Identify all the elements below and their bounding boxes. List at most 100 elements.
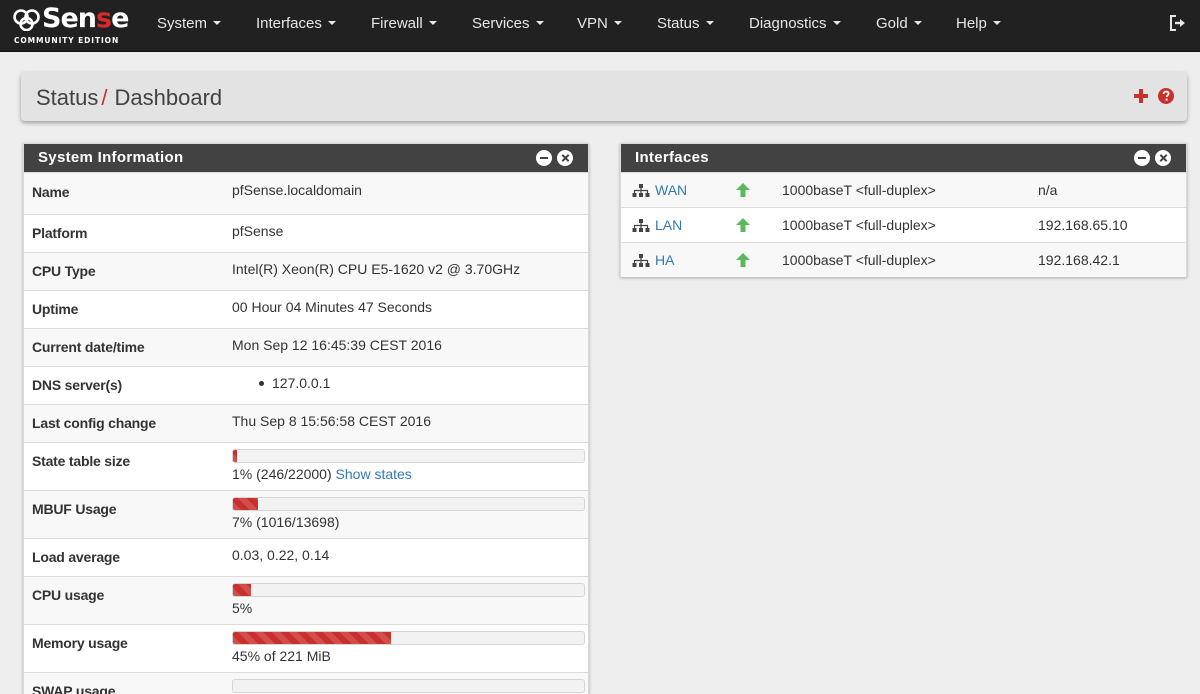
row-label: Current date/time <box>32 339 145 355</box>
close-icon[interactable] <box>557 150 573 166</box>
table-row: SWAP usage <box>24 672 588 694</box>
caret-down-icon <box>913 21 922 26</box>
row-value: Mon Sep 12 16:45:39 CEST 2016 <box>232 337 442 353</box>
panel-controls <box>536 150 573 166</box>
interface-media: 1000baseT <full-duplex> <box>782 252 936 268</box>
brand-name-prefix: Sen <box>42 3 97 34</box>
table-row: Current date/time Mon Sep 12 16:45:39 CE… <box>24 328 588 366</box>
interface-link-lan[interactable]: LAN <box>655 217 682 233</box>
progress-fill <box>233 498 258 510</box>
system-info-table: Name pfSense.localdomain Platform pfSens… <box>24 172 588 694</box>
row-label: State table size <box>32 453 130 469</box>
row-label: DNS server(s) <box>32 377 122 393</box>
row-label: Platform <box>32 225 88 241</box>
brand-edition: COMMUNITY EDITION <box>14 36 120 45</box>
plus-icon[interactable] <box>1133 87 1149 105</box>
show-states-link[interactable]: Show states <box>336 466 412 482</box>
close-icon[interactable] <box>1155 150 1171 166</box>
caret-down-icon <box>613 21 622 26</box>
table-row: Last config change Thu Sep 8 15:56:58 CE… <box>24 404 588 442</box>
cpu-usage-progress-bar <box>232 583 585 597</box>
brand-name-highlight: s <box>95 3 112 34</box>
panel-title: System Information <box>38 149 184 166</box>
table-row: CPU Type Intel(R) Xeon(R) CPU E5-1620 v2… <box>24 252 588 290</box>
row-value: 5% <box>232 600 253 616</box>
interface-ip: 192.168.42.1 <box>1038 252 1120 268</box>
interface-media: 1000baseT <full-duplex> <box>782 217 936 233</box>
nav-help[interactable]: Help <box>956 15 1001 32</box>
row-value: pfSense <box>232 223 284 239</box>
minimize-icon[interactable] <box>1134 150 1150 166</box>
caret-down-icon <box>428 21 437 26</box>
row-label: Load average <box>32 549 120 565</box>
panel-title: Interfaces <box>635 149 709 166</box>
row-value: 45% of 221 MiB <box>232 648 331 664</box>
nav-interfaces[interactable]: Interfaces <box>256 15 336 32</box>
table-row: State table size 1% (246/22000) Show sta… <box>24 442 588 490</box>
interface-link-ha[interactable]: HA <box>655 252 674 268</box>
row-value: Intel(R) Xeon(R) CPU E5-1620 v2 @ 3.70GH… <box>232 261 521 277</box>
table-row: DNS server(s) 127.0.0.1 <box>24 366 588 404</box>
table-row: WAN 1000baseT <full-duplex> n/a <box>621 172 1186 207</box>
row-label: CPU Type <box>32 263 96 279</box>
panel-controls <box>1134 150 1171 166</box>
row-value: 00 Hour 04 Minutes 47 Seconds <box>232 299 433 315</box>
nav-firewall[interactable]: Firewall <box>371 15 437 32</box>
nav-label: Diagnostics <box>749 15 827 32</box>
top-navbar: Sense COMMUNITY EDITION System Interface… <box>0 0 1200 52</box>
breadcrumb: Status / Dashboard <box>36 85 222 111</box>
table-row: Name pfSense.localdomain <box>24 172 588 214</box>
table-row: HA 1000baseT <full-duplex> 192.168.42.1 <box>621 242 1186 277</box>
caret-down-icon <box>327 21 336 26</box>
table-row: Uptime 00 Hour 04 Minutes 47 Seconds <box>24 290 588 328</box>
row-label: CPU usage <box>32 587 105 603</box>
breadcrumb-bar: Status / Dashboard <box>21 72 1187 121</box>
row-value: 1% (246/22000) Show states <box>232 466 412 482</box>
row-value: 0.03, 0.22, 0.14 <box>232 547 330 563</box>
caret-down-icon <box>535 21 544 26</box>
nav-system[interactable]: System <box>157 15 222 32</box>
nav-label: System <box>157 15 208 32</box>
pfsense-logo[interactable]: Sense COMMUNITY EDITION <box>12 3 129 46</box>
panel-header: Interfaces <box>621 144 1186 172</box>
row-value: pfSense.localdomain <box>232 182 362 198</box>
sign-out-icon[interactable] <box>1169 14 1187 32</box>
logo-circles-icon <box>13 9 40 31</box>
row-label: Memory usage <box>32 635 128 651</box>
nav-label: Help <box>956 15 987 32</box>
table-row: Platform pfSense <box>24 214 588 252</box>
breadcrumb-section[interactable]: Status <box>36 85 98 110</box>
brand-name-suffix: e <box>111 3 129 34</box>
minimize-icon[interactable] <box>536 150 552 166</box>
interface-link-wan[interactable]: WAN <box>655 182 687 198</box>
arrow-up-icon <box>736 183 750 197</box>
nav-vpn[interactable]: VPN <box>577 15 622 32</box>
bullet-icon <box>259 380 264 386</box>
row-label: Uptime <box>32 301 79 317</box>
sitemap-icon <box>632 219 650 232</box>
table-row: Memory usage 45% of 221 MiB <box>24 624 588 672</box>
nav-label: Interfaces <box>256 15 322 32</box>
interface-ip: n/a <box>1038 182 1058 198</box>
memory-usage-progress-bar <box>232 631 585 645</box>
nav-diagnostics[interactable]: Diagnostics <box>749 15 841 32</box>
row-label: SWAP usage <box>32 683 116 694</box>
progress-fill <box>233 632 391 644</box>
dns-list-item: 127.0.0.1 <box>259 375 330 391</box>
page-title: Dashboard <box>114 85 223 110</box>
nav-label: Gold <box>876 15 908 32</box>
nav-services[interactable]: Services <box>472 15 544 32</box>
system-information-panel: System Information Name pfSense.localdom… <box>23 143 589 694</box>
nav-gold[interactable]: Gold <box>876 15 922 32</box>
interfaces-panel: Interfaces WAN 1000baseT <full-duplex> n… <box>620 143 1187 277</box>
table-row: LAN 1000baseT <full-duplex> 192.168.65.1… <box>621 207 1186 242</box>
caret-down-icon <box>832 21 841 26</box>
nav-label: Services <box>472 15 530 32</box>
question-circle-icon[interactable] <box>1158 88 1174 104</box>
panel-header: System Information <box>24 144 588 172</box>
table-row: Load average 0.03, 0.22, 0.14 <box>24 538 588 576</box>
nav-label: Status <box>657 15 700 32</box>
interfaces-table: WAN 1000baseT <full-duplex> n/a LAN 1000… <box>621 172 1186 277</box>
nav-status[interactable]: Status <box>657 15 714 32</box>
row-value: 7% (1016/13698) <box>232 514 340 530</box>
